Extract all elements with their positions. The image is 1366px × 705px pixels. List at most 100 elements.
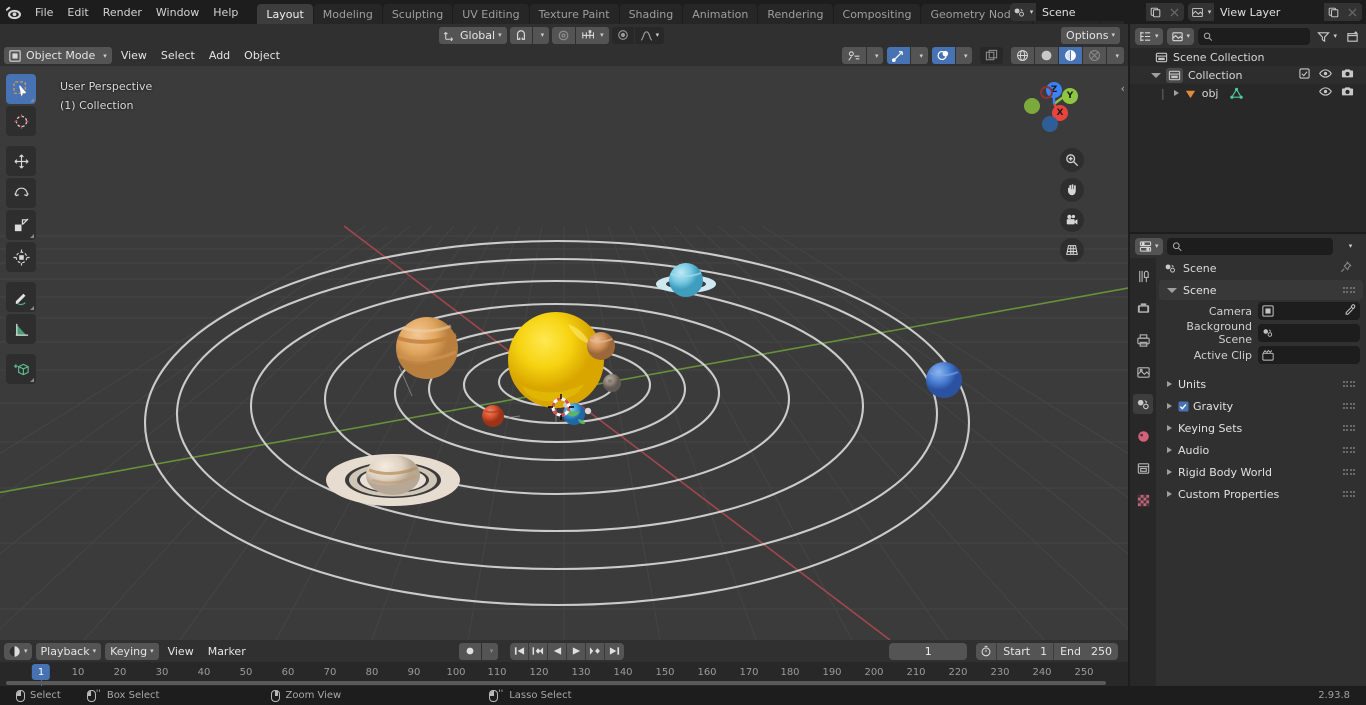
gizmo-dropdown[interactable]: ▾	[911, 47, 928, 64]
proportional-falloff-preview[interactable]: ▾	[576, 26, 609, 44]
outliner-new-collection-button[interactable]	[1344, 30, 1361, 43]
menu-window[interactable]: Window	[149, 3, 206, 21]
timeline-menu-marker[interactable]: Marker	[203, 643, 251, 660]
timeline-ruler[interactable]: 10 20 30 40 50 60 70 80 90 100 110 120 1…	[0, 662, 1128, 686]
auto-keying-toggle[interactable]	[458, 642, 482, 660]
properties-tab-output[interactable]	[1133, 330, 1153, 350]
overlays-toggle[interactable]	[931, 47, 956, 64]
menu-edit[interactable]: Edit	[60, 3, 95, 21]
properties-tab-scene[interactable]	[1133, 394, 1153, 414]
scene-icon[interactable]: ▾	[1010, 3, 1036, 21]
properties-tab-render[interactable]	[1133, 298, 1153, 318]
tab-rendering[interactable]: Rendering	[758, 4, 833, 24]
shading-wireframe[interactable]	[1011, 47, 1036, 64]
panel-custom-properties[interactable]: Custom Properties	[1159, 484, 1363, 504]
tab-sculpting[interactable]: Sculpting	[382, 4, 453, 24]
tool-annotate[interactable]	[6, 282, 36, 312]
xray-toggle[interactable]	[980, 47, 1004, 64]
new-viewlayer-button[interactable]	[1324, 3, 1343, 21]
properties-editor-type[interactable]: ▾	[1135, 237, 1163, 255]
navigation-gizmo[interactable]: Z Y X	[1022, 74, 1086, 138]
panel-scene-header[interactable]: Scene	[1159, 280, 1363, 300]
eye-icon[interactable]	[1319, 86, 1332, 100]
gizmo-axis-neg-y[interactable]	[1024, 98, 1040, 114]
snap-toggle[interactable]	[509, 26, 533, 44]
shading-dropdown[interactable]: ▾	[1107, 47, 1124, 64]
viewport-canvas[interactable]	[0, 66, 1128, 640]
menu-help[interactable]: Help	[206, 3, 245, 21]
outliner-row-obj[interactable]: | obj	[1130, 84, 1366, 102]
jump-to-start-button[interactable]	[510, 642, 530, 660]
properties-search-input[interactable]	[1166, 237, 1333, 255]
perspective-toggle-icon[interactable]	[1060, 238, 1084, 262]
transform-orientation-selector[interactable]: Global ▾	[439, 26, 507, 44]
tool-tweak-select[interactable]	[6, 74, 36, 104]
interaction-mode-selector[interactable]: Object Mode ▾	[4, 47, 112, 64]
properties-search-field[interactable]	[1185, 239, 1328, 253]
panel-units[interactable]: Units	[1159, 374, 1363, 394]
viewlayer-icon[interactable]: ▾	[1188, 3, 1214, 21]
new-scene-button[interactable]	[1146, 3, 1165, 21]
tool-scale[interactable]	[6, 210, 36, 240]
tool-add-cube[interactable]	[6, 354, 36, 384]
hand-icon[interactable]	[1060, 178, 1084, 202]
panel-rigid-body-world[interactable]: Rigid Body World	[1159, 462, 1363, 482]
tool-transform[interactable]	[6, 242, 36, 272]
tab-layout[interactable]: Layout	[257, 4, 313, 24]
viewport-menu-select[interactable]: Select	[156, 47, 200, 64]
play-button[interactable]	[567, 642, 587, 660]
tool-measure[interactable]	[6, 314, 36, 344]
sidebar-collapse-arrow-icon[interactable]: ‹	[1121, 82, 1125, 95]
frame-start-input[interactable]: Start 1	[997, 642, 1055, 660]
properties-tab-object[interactable]	[1133, 458, 1153, 478]
auto-keying-dropdown[interactable]: ▾	[481, 642, 499, 660]
outliner-filter-button[interactable]: ▾	[1314, 28, 1340, 45]
tool-cursor[interactable]	[6, 106, 36, 136]
jump-to-prev-keyframe-button[interactable]	[529, 642, 549, 660]
gizmo-axis-y[interactable]: Y	[1062, 88, 1078, 104]
tab-shading[interactable]: Shading	[619, 4, 683, 24]
proportional-edit-toggle[interactable]	[552, 26, 577, 44]
timeline-menu-keying[interactable]: Keying ▾	[105, 642, 159, 660]
frame-end-input[interactable]: End 250	[1054, 643, 1118, 660]
unlink-viewlayer-button[interactable]	[1343, 3, 1362, 21]
panel-gravity[interactable]: Gravity	[1159, 396, 1363, 416]
timeline-playhead[interactable]: 1	[31, 664, 51, 680]
gizmo-axis-neg-z[interactable]	[1042, 116, 1058, 132]
panel-keying-sets[interactable]: Keying Sets	[1159, 418, 1363, 438]
outliner-row-scene-collection[interactable]: Scene Collection	[1130, 48, 1366, 66]
viewport-menu-add[interactable]: Add	[204, 47, 235, 64]
active-clip-field[interactable]	[1258, 346, 1360, 364]
options-dropdown[interactable]: Options ▾	[1061, 26, 1120, 44]
overlays-dropdown[interactable]: ▾	[955, 47, 973, 64]
tool-rotate[interactable]	[6, 178, 36, 208]
mesh-data-icon[interactable]	[1229, 87, 1243, 100]
tab-animation[interactable]: Animation	[683, 4, 758, 24]
viewport-menu-object[interactable]: Object	[239, 47, 285, 64]
timeline-editor-type[interactable]: ▾	[4, 642, 32, 660]
current-frame-input[interactable]: 1	[889, 642, 968, 660]
jump-to-next-keyframe-button[interactable]	[586, 642, 606, 660]
timeline-menu-view[interactable]: View	[163, 643, 199, 660]
menu-render[interactable]: Render	[96, 3, 149, 21]
tab-texture-paint[interactable]: Texture Paint	[529, 4, 619, 24]
properties-options-dropdown[interactable]: ▾	[1337, 238, 1361, 255]
play-reverse-button[interactable]	[548, 642, 568, 660]
zoom-icon[interactable]	[1060, 148, 1084, 172]
viewport-3d[interactable]: User Perspective (1) Collection Z Y X ‹	[0, 66, 1128, 640]
menu-file[interactable]: File	[28, 3, 60, 21]
snap-options-dropdown[interactable]: ▾	[532, 26, 550, 44]
eyedropper-icon[interactable]	[1344, 303, 1356, 319]
pin-icon[interactable]	[1340, 260, 1358, 276]
tab-modeling[interactable]: Modeling	[313, 4, 382, 24]
panel-audio[interactable]: Audio	[1159, 440, 1363, 460]
visibility-dropdown[interactable]: ▾	[866, 47, 884, 64]
jump-to-end-button[interactable]	[605, 642, 625, 660]
viewport-menu-view[interactable]: View	[116, 47, 152, 64]
camera-icon[interactable]	[1341, 68, 1354, 82]
outliner-search-input[interactable]	[1198, 27, 1311, 45]
gizmo-axis-neg-x[interactable]	[1040, 86, 1053, 99]
tab-uv-editing[interactable]: UV Editing	[453, 4, 529, 24]
falloff-curve-dropdown[interactable]: ▾	[634, 26, 665, 44]
properties-tab-world[interactable]	[1133, 426, 1153, 446]
